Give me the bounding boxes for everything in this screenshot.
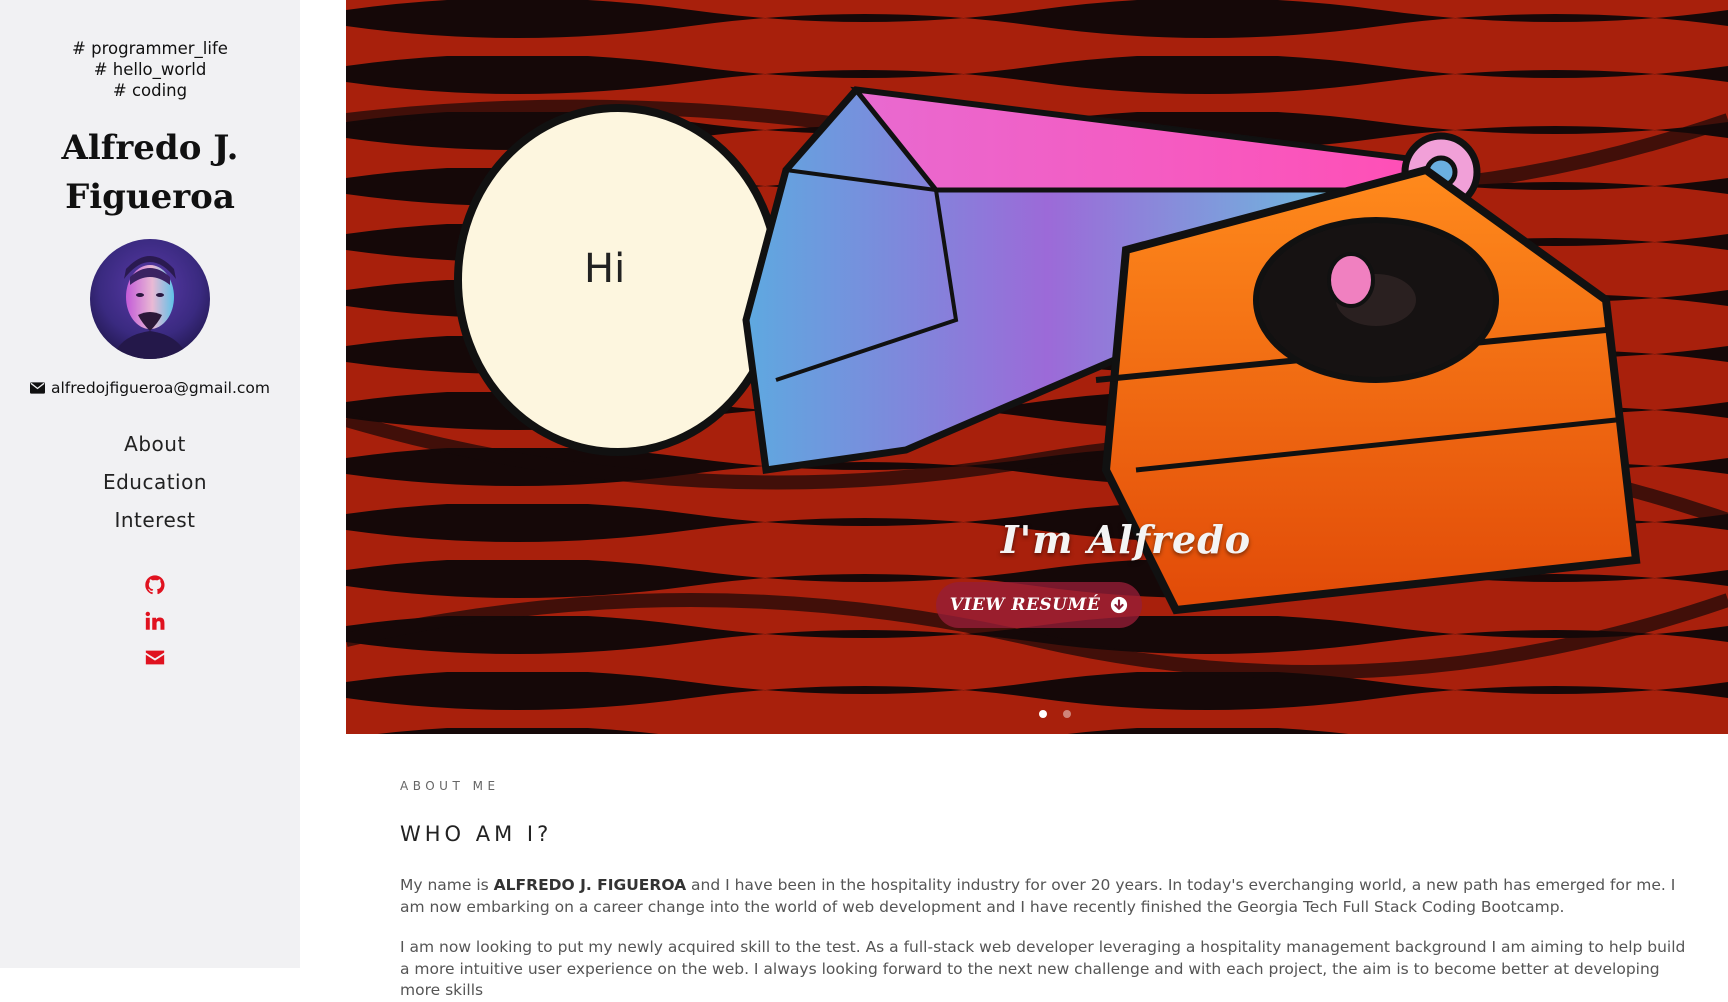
site-name[interactable]: Alfredo J. Figueroa: [0, 124, 300, 222]
social-links: [0, 574, 310, 682]
sidebar: # programmer_life # hello_world # coding…: [0, 0, 300, 968]
envelope-icon[interactable]: [144, 646, 166, 668]
arrow-down-circle-icon: [1111, 596, 1128, 614]
svg-text:Hi: Hi: [584, 246, 625, 292]
carousel-dot-1[interactable]: [1039, 710, 1047, 718]
hashtag: # programmer_life: [72, 39, 228, 58]
nav-interest[interactable]: Interest: [0, 501, 310, 539]
view-resume-label: VIEW RESUMÉ: [949, 595, 1101, 615]
about-paragraph-2: I am now looking to put my newly acquire…: [400, 938, 1686, 999]
main-nav: About Education Interest: [0, 425, 310, 539]
nav-about[interactable]: About: [0, 425, 310, 463]
hashtag-list: # programmer_life # hello_world # coding: [0, 38, 300, 101]
p1-name: ALFREDO J. FIGUEROA: [493, 876, 687, 894]
hashtag: # coding: [112, 81, 188, 100]
p1-prefix: My name is: [400, 876, 494, 894]
carousel-indicators: [1039, 710, 1071, 718]
site-name-line2: Figueroa: [65, 177, 235, 217]
email-text: alfredojfigueroa@gmail.com: [50, 379, 270, 397]
view-resume-button[interactable]: VIEW RESUMÉ: [936, 582, 1142, 628]
hero-carousel: Hi I'm Alfredo VIEW RESUMÉ: [346, 0, 1728, 734]
hero-title: I'm Alfredo: [1000, 517, 1252, 562]
email-link[interactable]: alfredojfigueroa@gmail.com: [0, 379, 300, 397]
avatar: [90, 239, 210, 359]
linkedin-icon[interactable]: [144, 610, 166, 632]
section-kicker: ABOUT ME: [400, 779, 500, 793]
nav-education[interactable]: Education: [0, 463, 310, 501]
site-name-line1: Alfredo J.: [61, 128, 239, 168]
hashtag: # hello_world: [93, 60, 207, 79]
envelope-icon: [29, 382, 45, 394]
carousel-dot-2[interactable]: [1063, 710, 1071, 718]
section-heading: WHO AM I?: [400, 822, 553, 846]
github-icon[interactable]: [144, 574, 166, 596]
about-paragraph-1: My name is ALFREDO J. FIGUEROA and I hav…: [400, 875, 1690, 918]
